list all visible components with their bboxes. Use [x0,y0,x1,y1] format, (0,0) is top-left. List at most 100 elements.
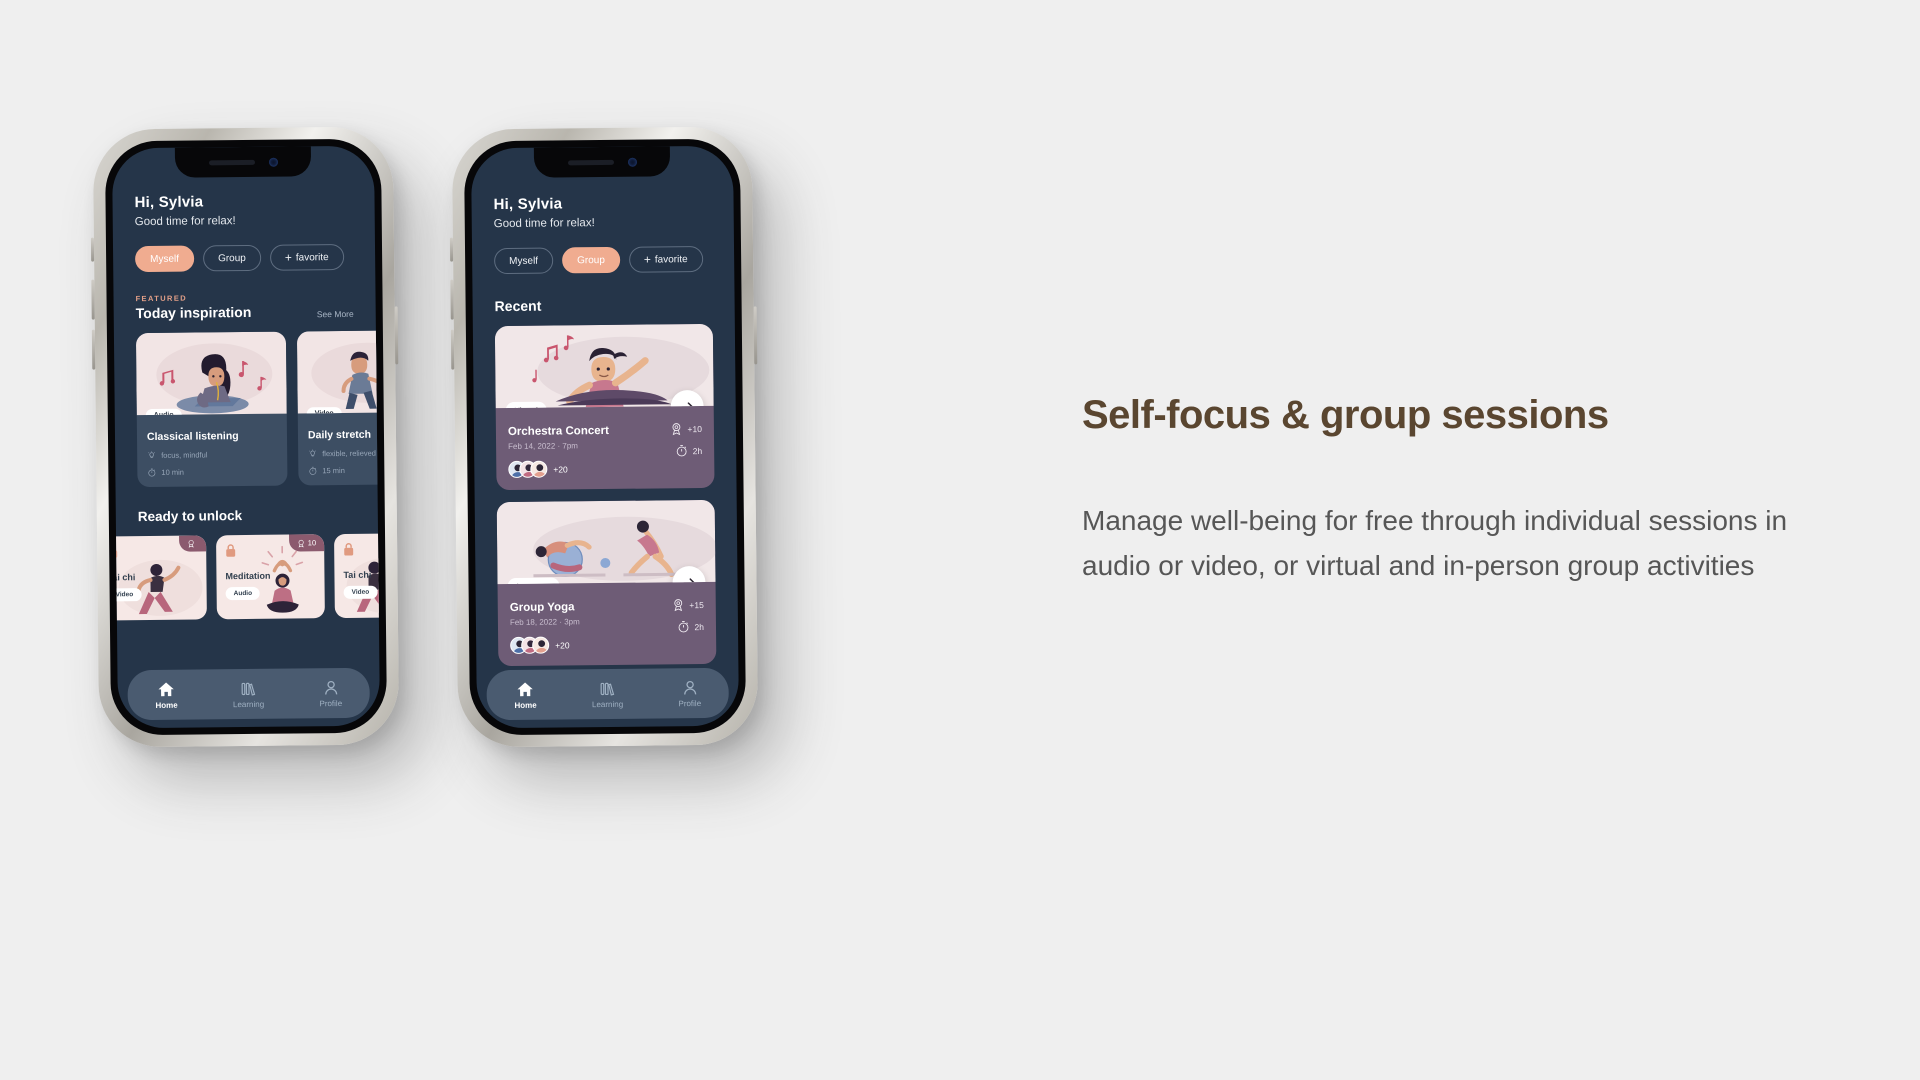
session-card-tag: In person [507,577,560,585]
avatar [532,636,550,654]
unlock-card[interactable]: 10 Meditation Audio [216,534,325,620]
bottom-tab-bar[interactable]: Home Learning Profile [486,667,729,721]
session-duration: 2h [670,444,703,457]
avatar [530,460,548,478]
volume-down-button[interactable] [450,329,455,370]
greeting-subtitle: Good time for relax! [134,215,236,229]
timer-icon [148,468,156,477]
session-card-image: Virtual [494,323,714,409]
tab-profile-label: Profile [319,698,343,708]
tab-learning[interactable]: Learning [591,679,624,709]
power-button[interactable] [753,306,758,365]
chip-group[interactable]: Group [202,244,261,272]
chip-myself-label: Myself [509,255,539,267]
tab-home-label: Home [514,700,537,710]
session-duration-label: 2h [694,621,705,632]
see-more-link[interactable]: See More [317,309,354,319]
poster-stage: Hi, Sylvia Good time for relax! Myself G… [0,0,1920,1080]
chip-favorite[interactable]: + favorite [269,243,344,271]
featured-card-list[interactable]: Audio Classical listening [135,329,381,488]
illustration-man-stretching [311,342,381,409]
tab-home[interactable]: Home [514,680,537,709]
featured-card-image: Audio [135,331,287,416]
tab-profile[interactable]: Profile [678,679,701,708]
bottom-tab-bar[interactable]: Home Learning Profile [127,667,370,721]
copy-heading: Self-focus & group sessions [1082,393,1609,437]
chip-myself[interactable]: Myself [134,245,195,273]
session-card[interactable]: In person Group Yoga Feb 18, 2022 · 3pm [496,499,717,667]
session-duration: 2h [672,620,705,633]
featured-card-duration-label: 10 min [161,467,184,477]
session-card-stats: +10 2h [669,422,702,466]
featured-card-tag: Audio [145,408,182,416]
volume-up-button[interactable] [450,279,454,320]
featured-card-duration: 10 min [147,467,277,477]
unlock-section-title: Ready to unlock [137,508,243,525]
volume-down-button[interactable] [91,329,96,370]
featured-header: Today inspiration See More [136,303,354,321]
greeting-title: Hi, Sylvia [134,193,204,212]
phone2-screen: Hi, Sylvia Good time for relax! Myself G… [470,145,740,729]
phone-mockup-group: Hi, Sylvia Good time for relax! Myself G… [449,126,759,748]
avatar-group [508,460,548,479]
unlock-card-tag: Audio [225,586,261,601]
unlock-card-name: Tai chi [111,572,136,583]
tab-profile-label: Profile [678,698,702,708]
featured-title: Today inspiration [135,303,252,322]
session-card-body: Group Yoga Feb 18, 2022 · 3pm +20 +15 2h [498,582,717,666]
tab-home[interactable]: Home [155,680,178,709]
session-points: +15 [671,598,704,612]
illustration-woman-listening-music [156,343,273,414]
chip-group[interactable]: Group [561,246,620,274]
unlock-card[interactable]: Tai chi Video [334,532,381,619]
plus-icon: + [643,252,651,267]
home-icon [158,682,175,696]
featured-card-body: Classical listening focus, mindful 10 mi… [137,414,288,478]
session-points-label: +15 [689,599,704,610]
phone2-content: Hi, Sylvia Good time for relax! Myself G… [471,146,739,729]
featured-card-title: Daily stretch [307,428,372,442]
unlock-card-tag: Video [111,588,142,602]
tab-profile[interactable]: Profile [319,679,342,708]
notch [533,146,671,178]
mute-switch[interactable] [90,237,95,262]
tab-learning[interactable]: Learning [233,679,264,709]
featured-card-image: Video [296,329,381,414]
front-camera-icon [627,157,637,167]
books-icon [241,682,256,696]
session-card[interactable]: Virtual Orchestra Concert Feb 14, 2022 ·… [494,323,715,491]
notch [174,146,312,178]
session-card-body: Orchestra Concert Feb 14, 2022 · 7pm +20… [496,406,715,490]
timer-icon [676,445,687,457]
unlock-card-tag: Video [343,585,378,599]
featured-card-duration: 15 min [308,465,380,475]
home-icon [517,682,534,696]
chip-myself[interactable]: Myself [494,247,554,275]
unlock-card[interactable]: Tai chi Video [111,535,207,621]
power-button[interactable] [394,306,399,365]
timer-icon [678,621,688,633]
featured-card-title: Classical listening [146,430,239,444]
session-card-tag: Virtual [505,401,548,409]
session-card-image: In person [496,499,716,585]
tab-learning-label: Learning [591,699,624,709]
greeting-title: Hi, Sylvia [493,195,563,214]
featured-card-mood: focus, mindful [147,450,277,460]
featured-card-duration-label: 15 min [322,465,345,476]
person-icon [683,680,696,695]
unlock-card-name: Tai chi [343,569,372,580]
chip-favorite-label: favorite [295,251,329,263]
featured-card[interactable]: Audio Classical listening [135,331,288,488]
phone1-screen: Hi, Sylvia Good time for relax! Myself G… [111,145,381,729]
filter-chip-group: Myself Group + favorite [494,245,712,275]
filter-chip-group: Myself Group + favorite [134,243,353,273]
chip-myself-label: Myself [150,253,180,265]
featured-card[interactable]: Video Daily stretch [296,329,381,486]
volume-up-button[interactable] [91,279,95,320]
unlock-card-list[interactable]: Tai chi Video 10 Meditation Audio Tai ch… [111,532,381,621]
phone-mockup-myself: Hi, Sylvia Good time for relax! Myself G… [90,126,400,748]
timer-icon [309,466,317,475]
chip-favorite-label: favorite [654,253,688,265]
chip-favorite[interactable]: + favorite [628,245,703,273]
mute-switch[interactable] [449,237,454,262]
